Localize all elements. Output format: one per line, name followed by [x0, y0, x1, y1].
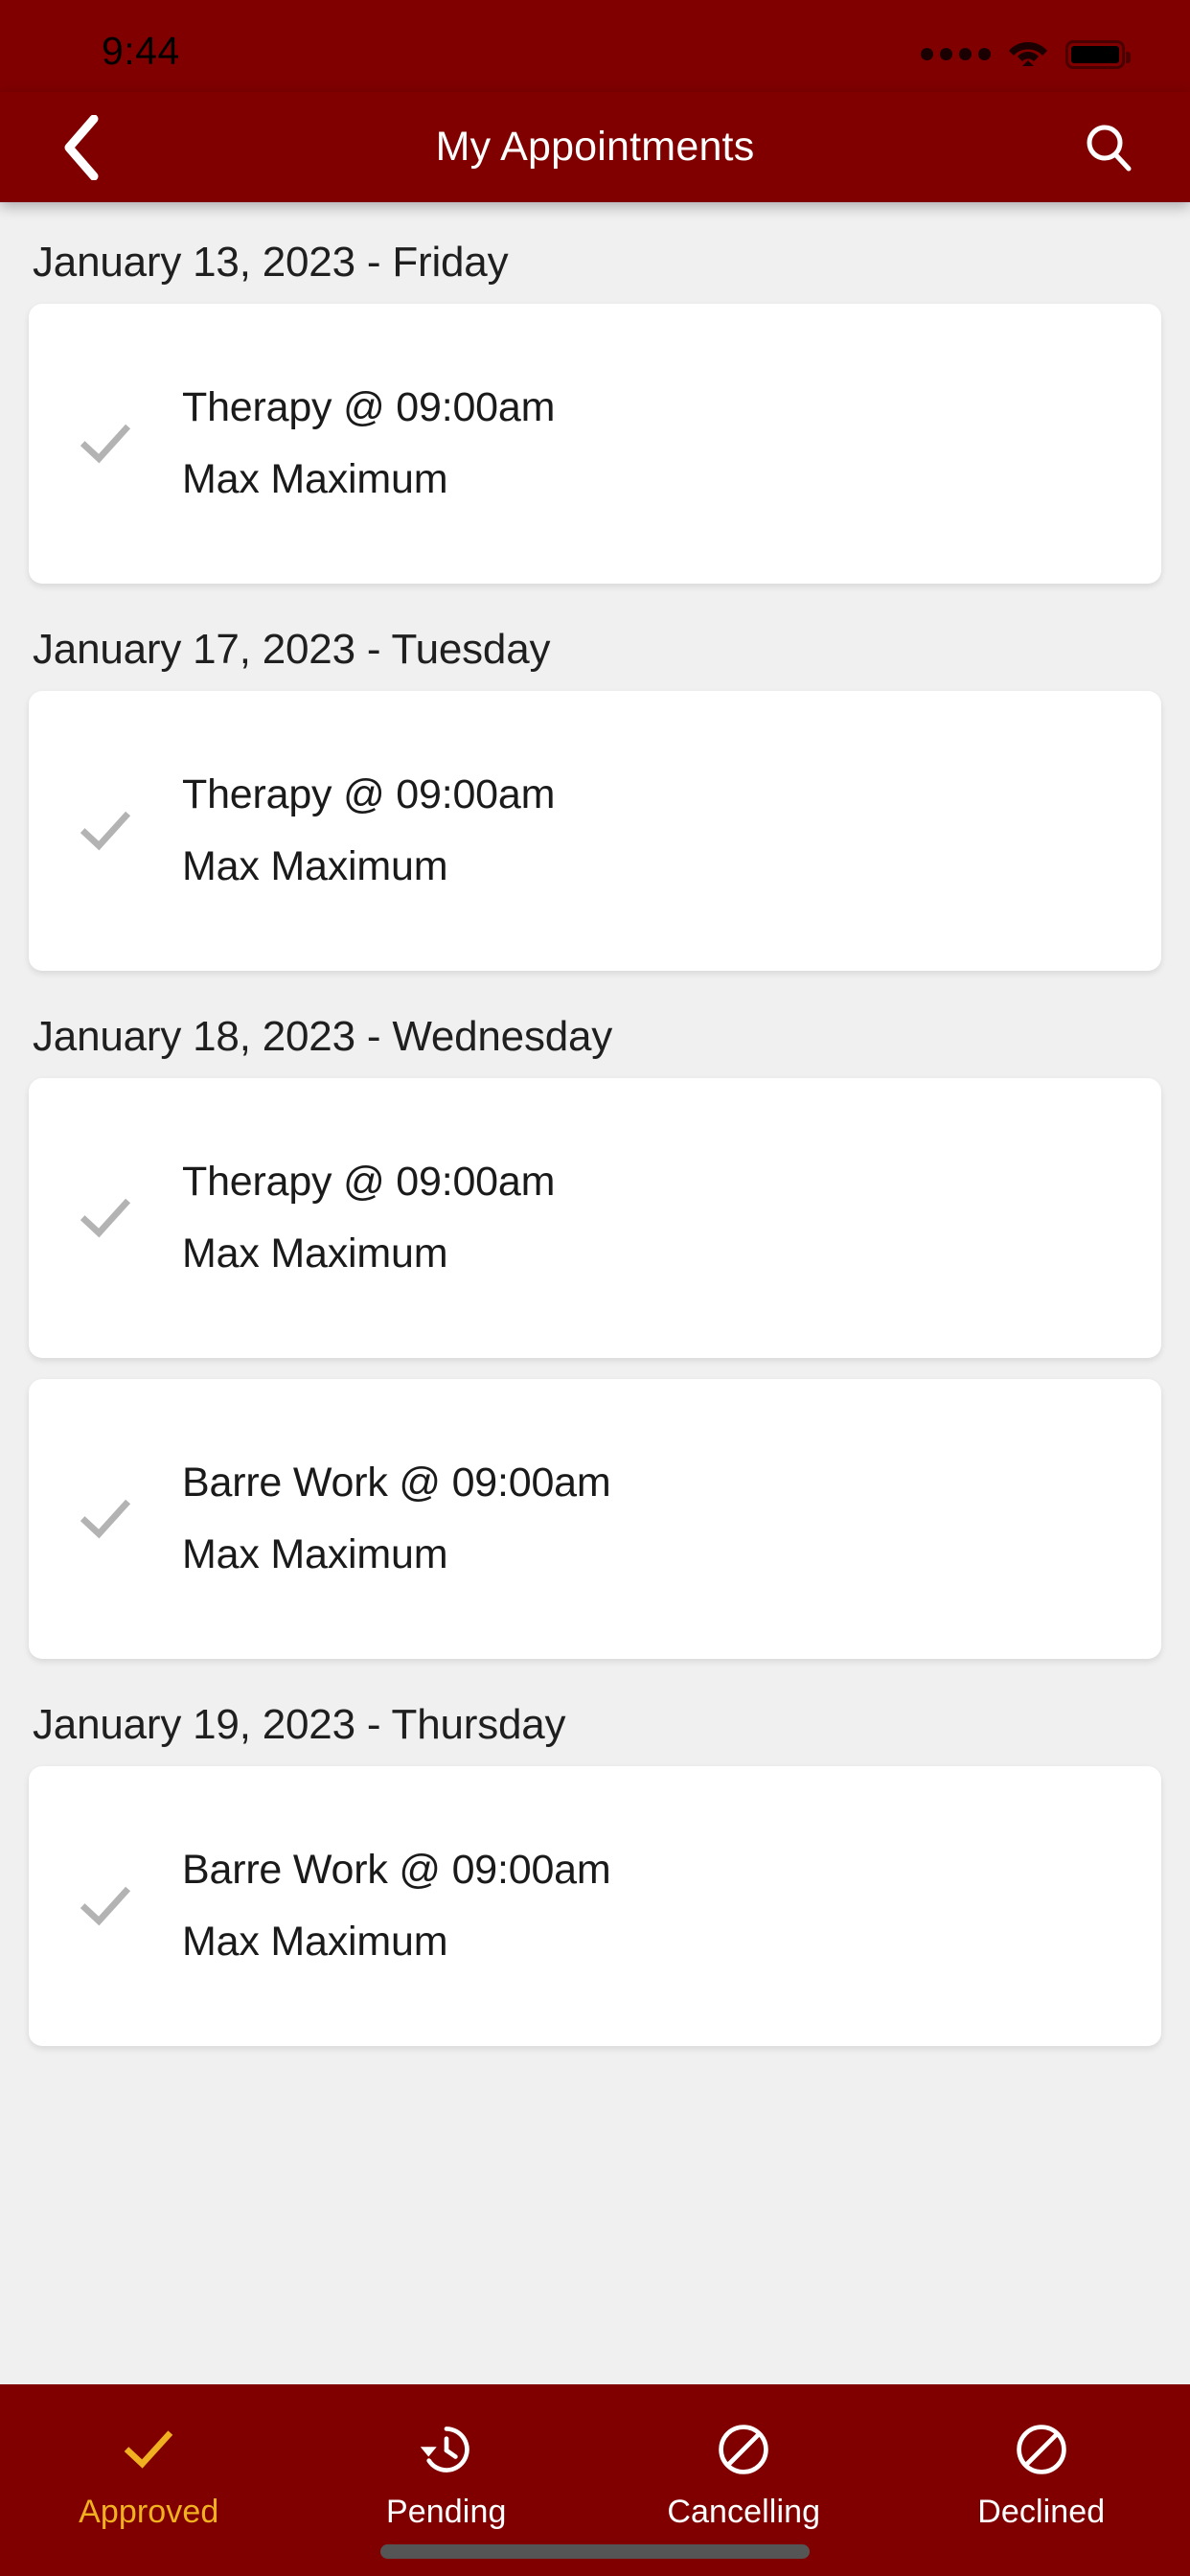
appointment-day-group: January 19, 2023 - Thursday Barre Work @ … — [0, 1680, 1190, 2046]
appointment-person: Max Maximum — [182, 1531, 448, 1577]
appointment-person: Max Maximum — [182, 1919, 448, 1965]
app-screen: 9:44 My Appointments January 13, 2023 - … — [0, 0, 1190, 2576]
tab-cancelling[interactable]: Cancelling — [595, 2419, 893, 2531]
appointment-status-icon — [29, 1489, 182, 1549]
status-bar-indicators — [921, 36, 1131, 72]
appointment-card[interactable]: Barre Work @ 09:00am Max Maximum — [29, 1379, 1161, 1659]
circle-slash-icon — [1016, 2425, 1066, 2474]
appointment-title: Barre Work @ 09:00am — [182, 1847, 611, 1893]
tab-label: Approved — [79, 2494, 219, 2530]
appointment-person: Max Maximum — [182, 456, 448, 502]
appointment-details: Therapy @ 09:00am Max Maximum — [182, 384, 1161, 503]
search-icon — [1087, 125, 1132, 171]
appointment-title: Barre Work @ 09:00am — [182, 1460, 611, 1506]
appointment-status-icon — [29, 801, 182, 861]
history-clock-icon — [420, 2426, 469, 2472]
battery-full-icon — [1065, 39, 1131, 69]
appointment-person: Max Maximum — [182, 843, 448, 889]
tab-approved[interactable]: Approved — [0, 2419, 298, 2531]
appointment-details: Barre Work @ 09:00am Max Maximum — [182, 1460, 1161, 1578]
day-heading: January 18, 2023 - Wednesday — [33, 1013, 613, 1060]
tab-icon-wrapper — [715, 2419, 772, 2480]
appointment-card[interactable]: Therapy @ 09:00am Max Maximum — [29, 691, 1161, 971]
check-icon — [80, 811, 131, 851]
back-button[interactable] — [38, 104, 125, 191]
home-indicator — [380, 2544, 810, 2559]
check-icon — [80, 1499, 131, 1539]
bottom-tab-bar: Approved Pending Cancelling Declined — [0, 2384, 1190, 2576]
day-heading: January 17, 2023 - Tuesday — [33, 626, 551, 673]
appointment-status-icon — [29, 1876, 182, 1936]
tab-declined[interactable]: Declined — [893, 2419, 1190, 2531]
appointment-status-icon — [29, 414, 182, 473]
wifi-icon — [1008, 36, 1048, 72]
appointment-details: Therapy @ 09:00am Max Maximum — [182, 1159, 1161, 1277]
check-icon — [124, 2430, 173, 2469]
check-icon — [80, 424, 131, 464]
app-header: My Appointments — [0, 92, 1190, 202]
day-heading: January 13, 2023 - Friday — [33, 239, 509, 286]
appointment-details: Barre Work @ 09:00am Max Maximum — [182, 1847, 1161, 1966]
check-icon — [80, 1886, 131, 1926]
day-heading: January 19, 2023 - Thursday — [33, 1701, 566, 1748]
appointment-person: Max Maximum — [182, 1230, 448, 1276]
check-icon — [80, 1198, 131, 1238]
appointment-card[interactable]: Barre Work @ 09:00am Max Maximum — [29, 1766, 1161, 2046]
appointment-card[interactable]: Therapy @ 09:00am Max Maximum — [29, 304, 1161, 584]
tab-label: Pending — [386, 2494, 507, 2530]
appointment-title: Therapy @ 09:00am — [182, 384, 556, 430]
tab-pending[interactable]: Pending — [298, 2419, 596, 2531]
tab-label: Declined — [977, 2494, 1106, 2530]
appointment-card[interactable]: Therapy @ 09:00am Max Maximum — [29, 1078, 1161, 1358]
search-button[interactable] — [1065, 104, 1152, 191]
appointment-day-group: January 17, 2023 - Tuesday Therapy @ 09:0… — [0, 605, 1190, 971]
signal-dots-icon — [921, 48, 991, 60]
appointment-day-group: January 13, 2023 - Friday Therapy @ 09:00… — [0, 218, 1190, 584]
tab-icon-wrapper — [418, 2419, 475, 2480]
appointments-list[interactable]: January 13, 2023 - Friday Therapy @ 09:00… — [0, 202, 1190, 2384]
appointment-details: Therapy @ 09:00am Max Maximum — [182, 771, 1161, 890]
tab-label: Cancelling — [667, 2494, 821, 2530]
status-bar-clock: 9:44 — [102, 29, 180, 73]
page-title: My Appointments — [435, 124, 755, 170]
appointment-title: Therapy @ 09:00am — [182, 771, 556, 817]
tab-icon-wrapper — [1013, 2419, 1070, 2480]
chevron-left-icon — [64, 114, 99, 180]
appointment-title: Therapy @ 09:00am — [182, 1159, 556, 1205]
circle-slash-icon — [719, 2425, 769, 2474]
appointment-day-group: January 18, 2023 - Wednesday Therapy @ 09… — [0, 992, 1190, 1659]
tab-icon-wrapper — [120, 2419, 177, 2480]
status-bar: 9:44 — [0, 0, 1190, 92]
appointment-status-icon — [29, 1188, 182, 1248]
